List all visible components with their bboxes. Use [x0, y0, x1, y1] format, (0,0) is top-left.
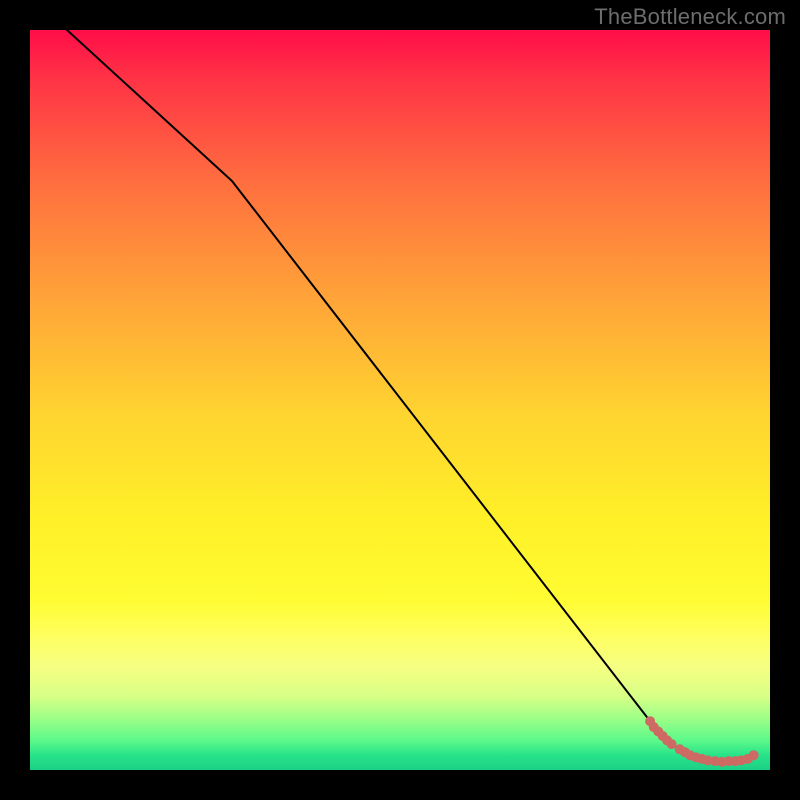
chart-frame: TheBottleneck.com [0, 0, 800, 800]
marker-cluster [645, 716, 759, 767]
bottleneck-curve [67, 30, 752, 761]
data-point [749, 750, 759, 760]
watermark-text: TheBottleneck.com [594, 4, 786, 30]
plot-area [30, 30, 770, 770]
chart-overlay [30, 30, 770, 770]
